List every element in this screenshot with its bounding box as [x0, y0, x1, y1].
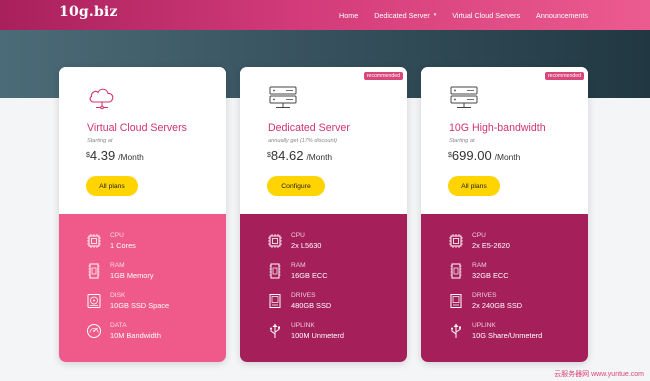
- chevron-down-icon: ▾: [433, 12, 437, 18]
- plan-card-header: recommended Dedicated Server annually ge…: [240, 67, 407, 214]
- spec-label: UPLINK: [291, 322, 315, 329]
- spec-value: 1 Cores: [110, 241, 136, 250]
- ram-icon: [269, 263, 281, 279]
- all-plans-button[interactable]: All plans: [448, 176, 500, 196]
- plan-card-dedicated-server: recommended Dedicated Server annually ge…: [240, 67, 407, 362]
- plan-price: $699.00/Month: [448, 148, 520, 163]
- price-amount: 4.39: [89, 148, 116, 163]
- spec-drives: DRIVES 480GB SSD: [267, 292, 402, 314]
- plan-specs: CPU 2x L5630 RAM 16GB ECC DRIVES 480GB S…: [240, 214, 407, 362]
- price-amount: 84.62: [270, 148, 304, 163]
- nav-announcements[interactable]: Announcements: [536, 11, 588, 20]
- main-nav: Home Dedicated Server ▾ Virtual Cloud Ser…: [323, 0, 588, 30]
- spec-label: CPU: [291, 232, 305, 239]
- spec-value: 10M Bandwidth: [110, 331, 161, 340]
- server-icon: [269, 86, 297, 108]
- spec-value: 100M Unmeterd: [291, 331, 344, 340]
- plan-title: 10G High-bandwidth: [449, 122, 546, 134]
- nav-home[interactable]: Home: [339, 11, 358, 20]
- plan-price: $4.39/Month: [86, 148, 144, 163]
- cpu-icon: [268, 234, 282, 248]
- cpu-icon: [87, 234, 101, 248]
- top-navbar: 10g.biz Home Dedicated Server ▾ Virtual C…: [0, 0, 650, 30]
- spec-label: DRIVES: [291, 292, 316, 299]
- spec-label: CPU: [472, 232, 486, 239]
- usb-icon: [270, 323, 280, 338]
- configure-button[interactable]: Configure: [267, 176, 325, 196]
- nav-announcements-label: Announcements: [536, 10, 588, 20]
- site-logo[interactable]: 10g.biz: [59, 4, 118, 20]
- plan-subtitle: Starting at: [87, 138, 113, 144]
- nav-virtual-cloud-servers-label: Virtual Cloud Servers: [452, 10, 521, 20]
- spec-drives: DRIVES 2x 240GB SSD: [448, 292, 583, 314]
- plan-card-10g-high-bandwidth: recommended 10G High-bandwidth Starting …: [421, 67, 588, 362]
- spec-value: 10G Share/Unmeterd: [472, 331, 543, 340]
- spec-value: 1GB Memory: [110, 271, 154, 280]
- plan-title: Virtual Cloud Servers: [87, 122, 187, 134]
- spec-cpu: CPU 1 Cores: [86, 232, 221, 254]
- spec-label: UPLINK: [472, 322, 496, 329]
- spec-cpu: CPU 2x E5-2620: [448, 232, 583, 254]
- plan-specs: CPU 1 Cores RAM 1GB Memory DISK 10GB SSD…: [59, 214, 226, 362]
- spec-ram: RAM 32GB ECC: [448, 262, 583, 284]
- price-amount: 699.00: [451, 148, 492, 163]
- speedometer-icon: [87, 324, 101, 338]
- cloud-icon: [89, 88, 114, 110]
- spec-label: DISK: [110, 292, 126, 299]
- spec-uplink: UPLINK 10G Share/Unmeterd: [448, 322, 583, 344]
- spec-value: 2x 240GB SSD: [472, 301, 523, 310]
- spec-value: 2x L5630: [291, 241, 322, 250]
- price-period: /Month: [118, 152, 144, 162]
- server-icon: [450, 86, 478, 108]
- disk-icon: [87, 294, 101, 308]
- spec-label: RAM: [472, 262, 487, 269]
- nav-virtual-cloud-servers[interactable]: Virtual Cloud Servers: [452, 11, 520, 20]
- nav-dedicated-server-label: Dedicated Server: [374, 10, 430, 20]
- nav-dedicated-server[interactable]: Dedicated Server ▾: [374, 11, 436, 20]
- spec-label: CPU: [110, 232, 124, 239]
- all-plans-button[interactable]: All plans: [86, 176, 138, 196]
- spec-label: RAM: [291, 262, 306, 269]
- price-currency: $: [86, 152, 90, 159]
- plan-card-virtual-cloud: Virtual Cloud Servers Starting at $4.39/…: [59, 67, 226, 362]
- spec-cpu: CPU 2x L5630: [267, 232, 402, 254]
- plan-subtitle: annually get (17% discount): [268, 138, 338, 144]
- spec-disk: DISK 10GB SSD Space: [86, 292, 221, 314]
- spec-label: DRIVES: [472, 292, 497, 299]
- plan-title: Dedicated Server: [268, 122, 350, 134]
- spec-ram: RAM 16GB ECC: [267, 262, 402, 284]
- recommended-badge: recommended: [544, 72, 584, 80]
- price-currency: $: [448, 152, 452, 159]
- price-period: /Month: [306, 152, 333, 162]
- spec-label: DATA: [110, 322, 127, 329]
- cpu-icon: [449, 234, 463, 248]
- spec-value: 480GB SSD: [291, 301, 332, 310]
- usb-icon: [451, 323, 461, 338]
- drive-icon: [269, 294, 281, 308]
- spec-label: RAM: [110, 262, 125, 269]
- spec-value: 16GB ECC: [291, 271, 328, 280]
- price-currency: $: [267, 152, 271, 159]
- ram-icon: [88, 263, 100, 279]
- plan-specs: CPU 2x E5-2620 RAM 32GB ECC DRIVES 2x 24…: [421, 214, 588, 362]
- drive-icon: [450, 294, 462, 308]
- spec-data: DATA 10M Bandwidth: [86, 322, 221, 344]
- plan-card-header: recommended 10G High-bandwidth Starting …: [421, 67, 588, 214]
- plan-price: $84.62/Month: [267, 148, 332, 163]
- spec-value: 2x E5-2620: [472, 241, 510, 250]
- nav-home-label: Home: [339, 10, 359, 20]
- price-period: /Month: [494, 152, 521, 162]
- plan-card-header: Virtual Cloud Servers Starting at $4.39/…: [59, 67, 226, 214]
- spec-uplink: UPLINK 100M Unmeterd: [267, 322, 402, 344]
- spec-value: 10GB SSD Space: [110, 301, 170, 310]
- spec-value: 32GB ECC: [472, 271, 509, 280]
- watermark-text: 云服务器网 www.yuntue.com: [554, 371, 644, 378]
- spec-ram: RAM 1GB Memory: [86, 262, 221, 284]
- ram-icon: [450, 263, 462, 279]
- plan-subtitle: Starting at: [449, 138, 475, 144]
- recommended-badge: recommended: [363, 72, 403, 80]
